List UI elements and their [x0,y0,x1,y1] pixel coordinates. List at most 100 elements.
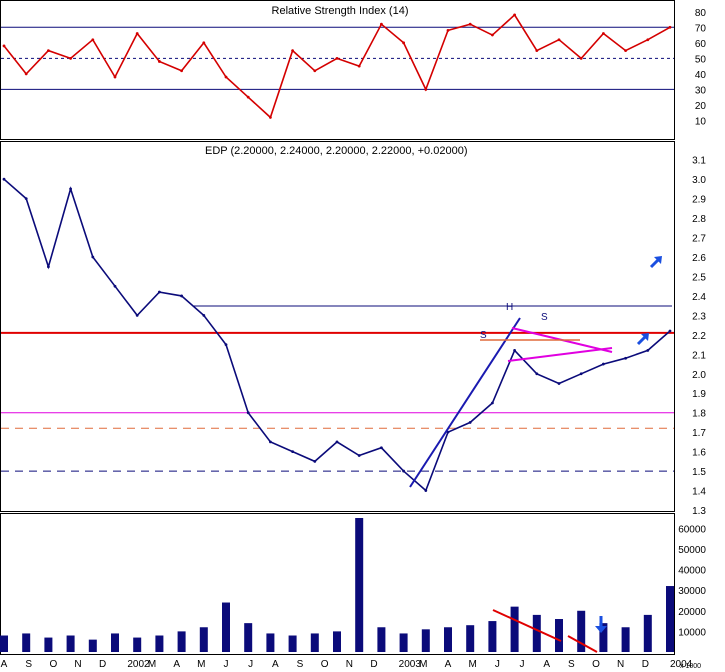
price-y-tick-label: 1.5 [692,467,706,478]
triangle-lower-line [507,347,613,362]
volume-bar [177,631,186,652]
volume-bar [621,627,630,652]
x-tick-label: N [617,659,624,670]
rsi-point [335,56,339,60]
price-point [180,294,184,298]
rsi-point [557,38,561,42]
x-tick-label: A [445,659,452,670]
stock-chart: Relative Strength Index (14) EDP (2.2000… [0,0,707,670]
x-tick-label: D [370,659,377,670]
price-point [357,454,361,457]
rsi-point [24,72,28,76]
rsi-panel-frame [0,0,675,140]
x-tick-label: J [224,659,229,670]
price-point [246,411,250,415]
price-point [602,362,605,366]
rsi-point [135,32,139,35]
x-tick-label: A [543,659,550,670]
volume-bar [666,586,674,652]
price-point [624,356,627,360]
rsi-panel-title: Relative Strength Index (14) [272,5,409,17]
price-y-tick-label: 1.9 [692,389,706,400]
x-tick-label: J [495,659,500,670]
left-shoulder-label: S [480,330,487,341]
x-tick-label: 2003 [399,659,422,670]
price-point [535,372,539,376]
x-tick-label: 2004 [670,659,693,670]
rsi-point [291,49,294,52]
volume-bar [266,633,275,652]
price-y-axis: 3.1 3.0 2.9 2.8 2.7 2.6 2.5 2.4 2.3 2.2 2.1 2.0 1.9 1… [692,156,706,517]
x-tick-label: S [25,659,32,670]
price-point [380,446,383,450]
volume-bar [399,633,408,652]
price-y-tick-label: 2.8 [692,214,706,225]
price-y-tick-label: 3.0 [692,175,706,186]
volume-bar [133,637,142,652]
volume-bar [44,637,53,652]
price-y-tick-label: 3.1 [692,156,706,167]
price-point [47,265,50,269]
volume-bar [377,627,386,652]
rsi-point [513,13,516,17]
rsi-y-tick-label: 10 [695,116,707,127]
price-point [202,314,206,317]
price-panel-frame [0,141,675,512]
rsi-point [202,41,206,45]
rsi-point [468,22,472,26]
price-point [91,255,95,259]
rsi-point [180,69,184,73]
rsi-point [357,64,361,68]
x-tick-label: N [346,659,353,670]
x-tick-label: J [520,659,525,670]
up-arrow-icon [649,256,662,269]
price-point [269,440,272,444]
volume-bar [488,621,497,652]
rsi-y-tick-label: 20 [695,101,707,112]
price-y-tick-label: 2.5 [692,272,706,283]
x-tick-label: A [272,659,279,670]
volume-y-axis: 60000 50000 40000 30000 20000 10000 [678,524,706,638]
volume-series [0,518,674,652]
rsi-point [424,88,428,91]
volume-bar [532,614,541,652]
price-point [135,314,139,317]
price-y-tick-label: 2.0 [692,370,706,381]
rsi-point [446,29,450,32]
price-point [69,187,72,191]
rsi-point [579,56,583,60]
rsi-y-tick-label: 80 [695,8,707,19]
rsi-point [224,75,228,79]
rsi-y-tick-label: 40 [695,70,707,81]
volume-bar [643,614,652,652]
price-point [424,489,428,492]
volume-overlays [492,609,607,653]
price-y-tick-label: 2.4 [692,292,706,303]
price-y-tick-label: 2.6 [692,253,706,264]
rsi-point [2,44,6,48]
price-y-tick-label: 2.9 [692,195,706,206]
price-point [335,440,339,444]
volume-bar [555,619,563,652]
price-y-tick-label: 2.1 [692,350,706,361]
volume-y-tick-label: 50000 [678,545,706,556]
volume-bar [310,633,319,652]
x-tick-label: M [197,659,205,670]
volume-bar [22,633,31,652]
price-panel-title: EDP (2.20000, 2.24000, 2.20000, 2.22000,… [205,145,468,157]
volume-bar [199,627,208,652]
volume-bar [155,635,164,652]
price-series [2,177,672,492]
volume-bar [222,602,230,652]
price-point [646,349,650,352]
volume-bar [333,631,341,652]
price-point [224,343,228,346]
rsi-point [91,38,95,42]
price-point [491,401,494,405]
price-y-tick-label: 2.7 [692,234,706,245]
price-point [668,329,672,333]
technical-overlays: S H S [193,256,672,488]
rsi-point [246,95,250,99]
price-point [158,290,161,294]
price-y-tick-label: 2.3 [692,311,706,322]
